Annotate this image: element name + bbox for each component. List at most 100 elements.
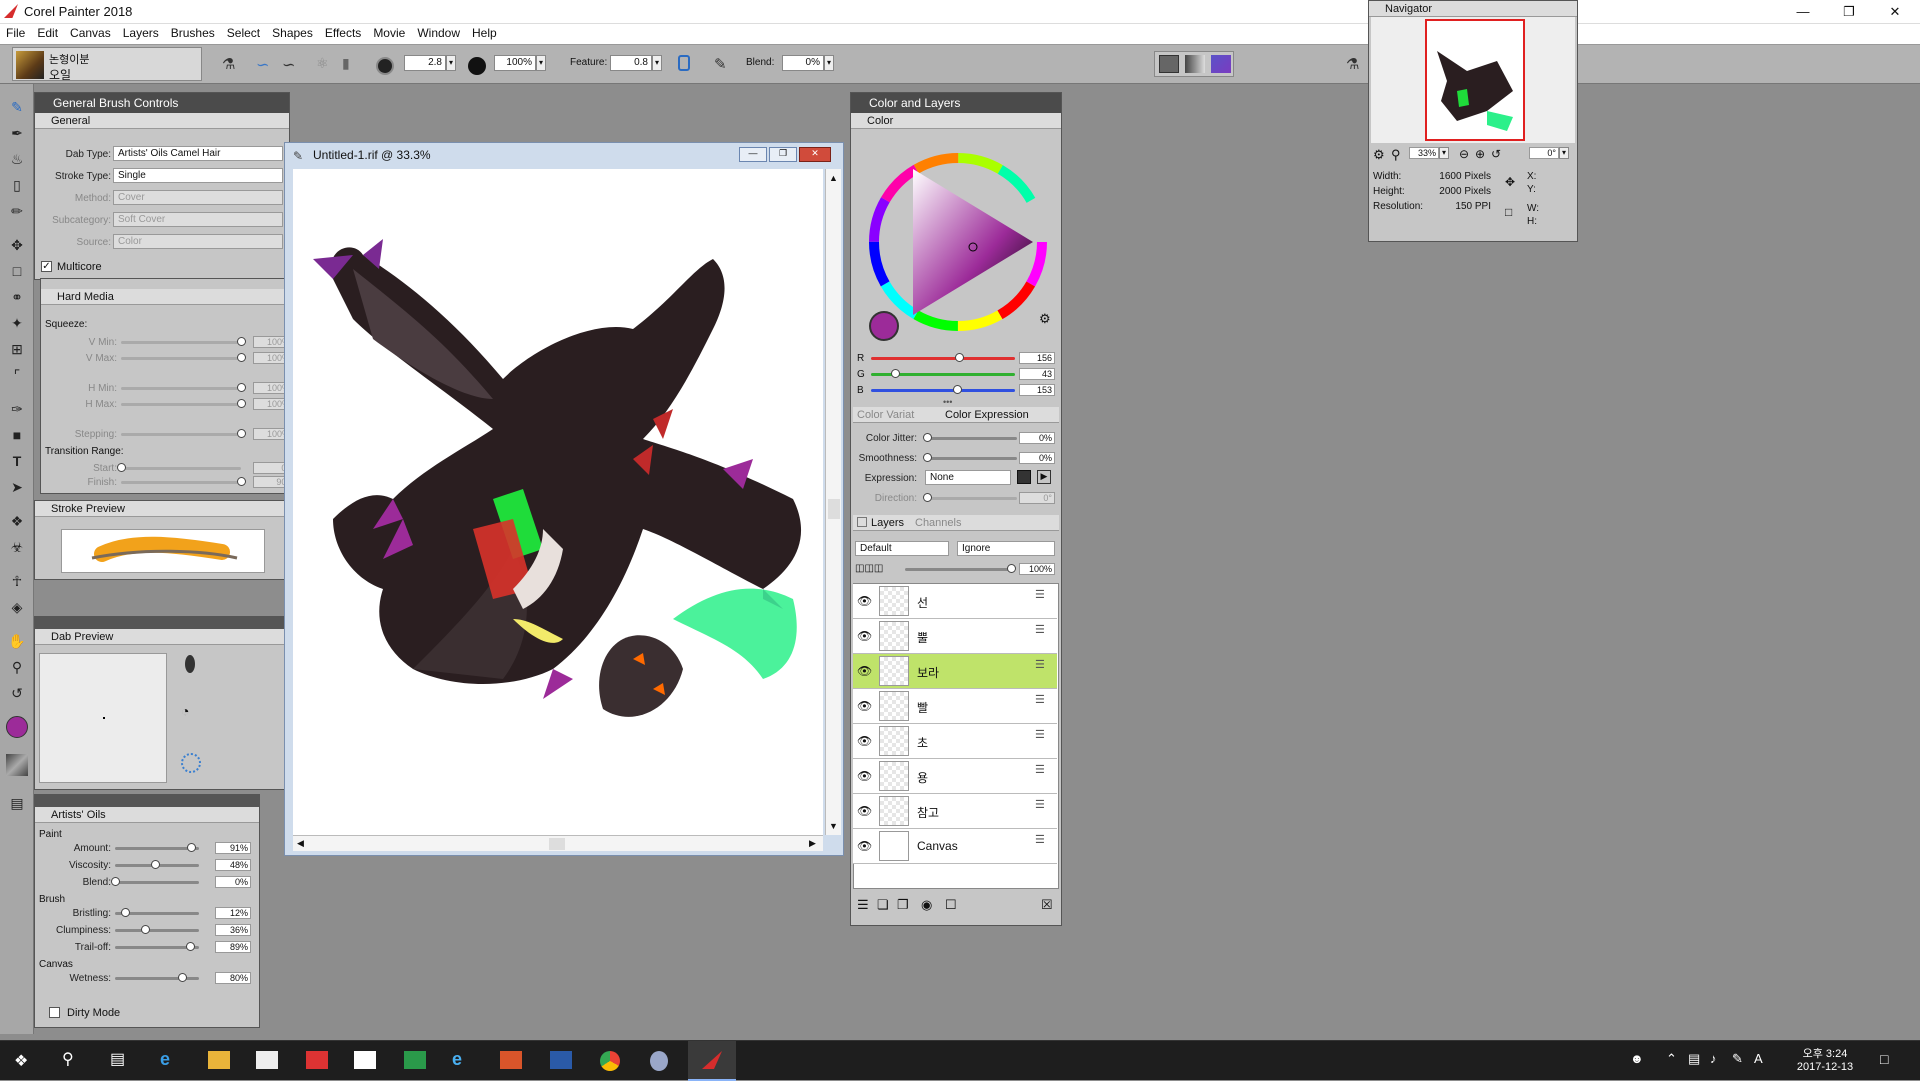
tab-color-expression[interactable]: Color Expression <box>945 409 1029 421</box>
layer-row[interactable]: 👁 용 ☰ <box>853 759 1057 794</box>
layer-row[interactable]: 👁 참고 ☰ <box>853 794 1057 829</box>
stroke-preview-tab[interactable]: Stroke Preview <box>35 501 289 517</box>
stroke-attr-icon[interactable]: ▮ <box>342 55 362 75</box>
blend-field[interactable]: 0% <box>782 55 824 71</box>
lock-layer-icon[interactable]: ☐ <box>945 897 957 913</box>
layer-commands-icon[interactable]: ☰ <box>857 897 869 913</box>
screen-mode-icon[interactable]: ▤ <box>8 794 26 812</box>
mirror-icon[interactable]: ◈ <box>8 598 26 616</box>
direction-slider[interactable] <box>927 497 1017 500</box>
brush-tool-icon[interactable]: ✎ <box>8 98 26 116</box>
source-select[interactable]: Color <box>113 234 283 249</box>
cloner-icon[interactable]: ❖ <box>8 512 26 530</box>
menu-movie[interactable]: Movie <box>367 24 411 42</box>
rgb-value[interactable]: 153 <box>1019 384 1055 396</box>
oils-slider-value[interactable]: 89% <box>215 941 251 953</box>
palette-icon[interactable] <box>1159 55 1179 73</box>
rubber-stamp-icon[interactable]: ☣ <box>8 538 26 556</box>
task-view-icon[interactable]: ▤ <box>110 1049 125 1069</box>
close-button[interactable]: ✕ <box>1872 0 1918 24</box>
squeeze-slider-knob[interactable] <box>237 383 246 392</box>
word-icon[interactable] <box>550 1051 572 1069</box>
eye-icon[interactable]: 👁 <box>857 804 872 818</box>
clock-date[interactable]: 2017-12-13 <box>1790 1061 1860 1073</box>
magic-wand-icon[interactable]: ✦ <box>8 314 26 332</box>
painter-taskbar-item[interactable] <box>688 1041 736 1081</box>
gradient-icon[interactable] <box>1211 55 1231 73</box>
transition-slider[interactable] <box>121 481 241 484</box>
dirty-mode-checkbox[interactable] <box>49 1007 60 1018</box>
size-field[interactable]: 2.8 <box>404 55 446 71</box>
chrome-icon[interactable] <box>600 1051 620 1071</box>
color-jitter-knob[interactable] <box>923 433 932 442</box>
zoom-in-icon[interactable]: ⊕ <box>1475 147 1485 161</box>
volume-icon[interactable]: ♪ <box>1710 1051 1717 1066</box>
oils-slider-value[interactable]: 80% <box>215 972 251 984</box>
store-icon[interactable] <box>256 1051 278 1069</box>
eye-icon[interactable]: 👁 <box>857 629 872 643</box>
freehand-stroke-icon[interactable]: ∽ <box>256 55 276 75</box>
crop-icon[interactable]: ⌜ <box>8 366 26 384</box>
layer-row[interactable]: 👁 빨 ☰ <box>853 689 1057 724</box>
minimize-button[interactable]: — <box>1780 0 1826 24</box>
maximize-button[interactable]: ❐ <box>1826 0 1872 24</box>
dodge-icon[interactable]: ☥ <box>8 572 26 590</box>
size-dropdown-icon[interactable]: ▾ <box>446 55 456 71</box>
tab-layers[interactable]: Layers <box>871 517 904 529</box>
rgb-value[interactable]: 43 <box>1019 368 1055 380</box>
direction-knob[interactable] <box>923 493 932 502</box>
subcategory-select[interactable]: Soft Cover <box>113 212 283 227</box>
smoothness-value[interactable]: 0% <box>1019 452 1055 464</box>
grain-icon[interactable]: ⚛ <box>316 55 336 75</box>
main-color-swatch[interactable] <box>6 716 28 738</box>
squeeze-slider[interactable] <box>121 387 241 390</box>
oils-slider-knob[interactable] <box>178 973 188 982</box>
oils-slider-value[interactable]: 0% <box>215 876 251 888</box>
vertical-scrollbar[interactable]: ▲ ▼ <box>825 169 841 835</box>
transition-slider-knob[interactable] <box>237 477 246 486</box>
squeeze-slider-knob[interactable] <box>237 353 246 362</box>
network-icon[interactable]: ▤ <box>1688 1051 1700 1067</box>
expression-select[interactable]: None <box>925 470 1011 485</box>
menu-brushes[interactable]: Brushes <box>165 24 221 42</box>
menu-effects[interactable]: Effects <box>319 24 367 42</box>
layer-mask-icon[interactable]: ◉ <box>921 897 932 913</box>
scroll-right-icon[interactable]: ▶ <box>809 838 816 849</box>
tray-expand-icon[interactable]: ⌃ <box>1666 1051 1677 1067</box>
oils-slider-knob[interactable] <box>187 843 197 852</box>
oils-slider-knob[interactable] <box>185 942 195 951</box>
squeeze-slider[interactable] <box>121 403 241 406</box>
oils-slider-knob[interactable] <box>141 925 151 934</box>
menu-select[interactable]: Select <box>221 24 266 42</box>
direction-value[interactable]: 0° <box>1019 492 1055 504</box>
color-sets-icon[interactable]: ⚙ <box>1039 311 1057 329</box>
transition-slider[interactable] <box>121 467 241 470</box>
dab-view-bristle-icon[interactable] <box>181 753 201 773</box>
tab-color-variability[interactable]: Color Variat <box>857 409 914 421</box>
doc-restore-button[interactable]: ❐ <box>769 147 797 162</box>
smoothness-knob[interactable] <box>923 453 932 462</box>
stroke-type-select[interactable]: Single <box>113 168 283 183</box>
feature-field[interactable]: 0.8 <box>610 55 652 71</box>
straight-line-icon[interactable]: ∽ <box>282 55 302 75</box>
scroll-left-icon[interactable]: ◀ <box>297 838 304 849</box>
oils-slider-value[interactable]: 36% <box>215 924 251 936</box>
paint-bucket-icon[interactable]: ♨ <box>8 150 26 168</box>
composite-method-select[interactable]: Default <box>855 541 949 556</box>
tab-channels[interactable]: Channels <box>915 517 961 529</box>
invert-expression-icon[interactable] <box>1017 470 1031 484</box>
brush-selector[interactable]: 논형이분 오일 <box>12 47 202 82</box>
edge-browser-icon[interactable]: e <box>160 1049 170 1070</box>
magnifier-icon[interactable]: ⚲ <box>8 658 26 676</box>
duplicate-layer-icon[interactable]: ❐ <box>897 897 909 913</box>
zoom-out-icon[interactable]: ⊖ <box>1459 147 1469 161</box>
composite-depth-select[interactable]: Ignore <box>957 541 1055 556</box>
menu-layers[interactable]: Layers <box>117 24 165 42</box>
pen-icon[interactable]: ✎ <box>1732 1051 1743 1067</box>
dropper-icon[interactable]: ✎ <box>714 55 734 75</box>
layer-row[interactable]: 👁 뿔 ☰ <box>853 619 1057 654</box>
menu-edit[interactable]: Edit <box>31 24 64 42</box>
hard-media-tab[interactable]: Hard Media <box>41 289 297 305</box>
oils-slider-value[interactable]: 48% <box>215 859 251 871</box>
opacity-field[interactable]: 100% <box>494 55 536 71</box>
